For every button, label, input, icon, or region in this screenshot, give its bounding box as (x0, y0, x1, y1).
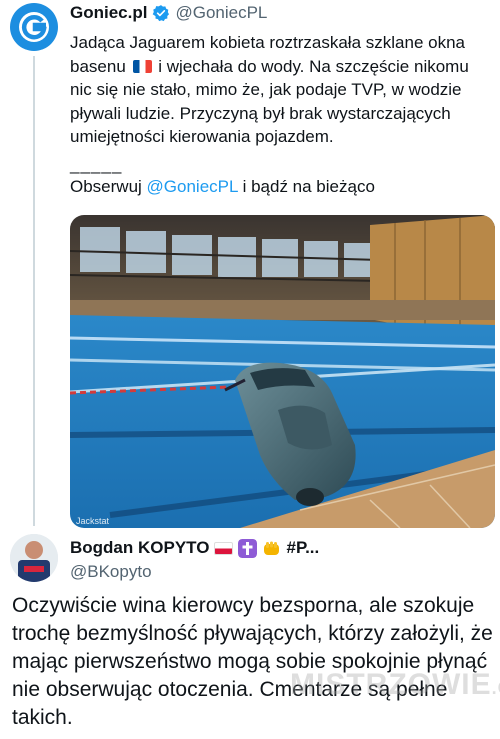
follow-suffix: i bądź na bieżąco (242, 177, 375, 196)
tweet2-text-paragraph: Oczywiście wina kierowcy bezsporna, ale … (12, 594, 493, 729)
media-credit: Jackstat (76, 516, 110, 526)
tweet2-display-name-suffix: #P... (286, 538, 320, 557)
tweet1-follow-line: Obserwuj @GoniecPL i bądź na bieżąco (70, 177, 375, 197)
tweet1-separator: _____ (70, 155, 123, 174)
tweet1-header: Goniec.pl @GoniecPL (70, 3, 267, 23)
tweet1-text-part2: i wjechała do wody. Na szczęście nikomu … (70, 56, 469, 147)
tweet1-media-photo[interactable]: Jackstat (70, 215, 495, 528)
tweet2-header: Bogdan KOPYTO #P... (70, 538, 319, 558)
cross-emoji-icon (238, 538, 258, 558)
tweet1-text: Jadąca Jaguarem kobieta roztrzaskała szk… (70, 31, 494, 149)
tweet2-text: Oczywiście wina kierowcy bezsporna, ale … (12, 592, 498, 732)
tweet1-handle[interactable]: @GoniecPL (175, 3, 267, 23)
goniec-logo-icon (19, 12, 49, 42)
bogdan-avatar-photo (10, 534, 58, 582)
follow-prefix: Obserwuj (70, 177, 142, 196)
tweet2-display-name[interactable]: Bogdan KOPYTO (70, 538, 209, 558)
fist-emoji-icon (264, 541, 280, 555)
pool-car-photo: Jackstat (70, 215, 495, 528)
goniec-avatar[interactable] (10, 3, 58, 51)
verified-badge-icon (153, 5, 170, 22)
france-flag-icon (132, 59, 152, 73)
tweet1-display-name[interactable]: Goniec.pl (70, 3, 147, 23)
poland-flag-icon (214, 541, 234, 555)
follow-mention-link[interactable]: @GoniecPL (147, 177, 238, 196)
thread-connector-line (33, 56, 35, 526)
bogdan-avatar[interactable] (10, 534, 58, 582)
tweet2-handle[interactable]: @BKopyto (70, 562, 152, 582)
